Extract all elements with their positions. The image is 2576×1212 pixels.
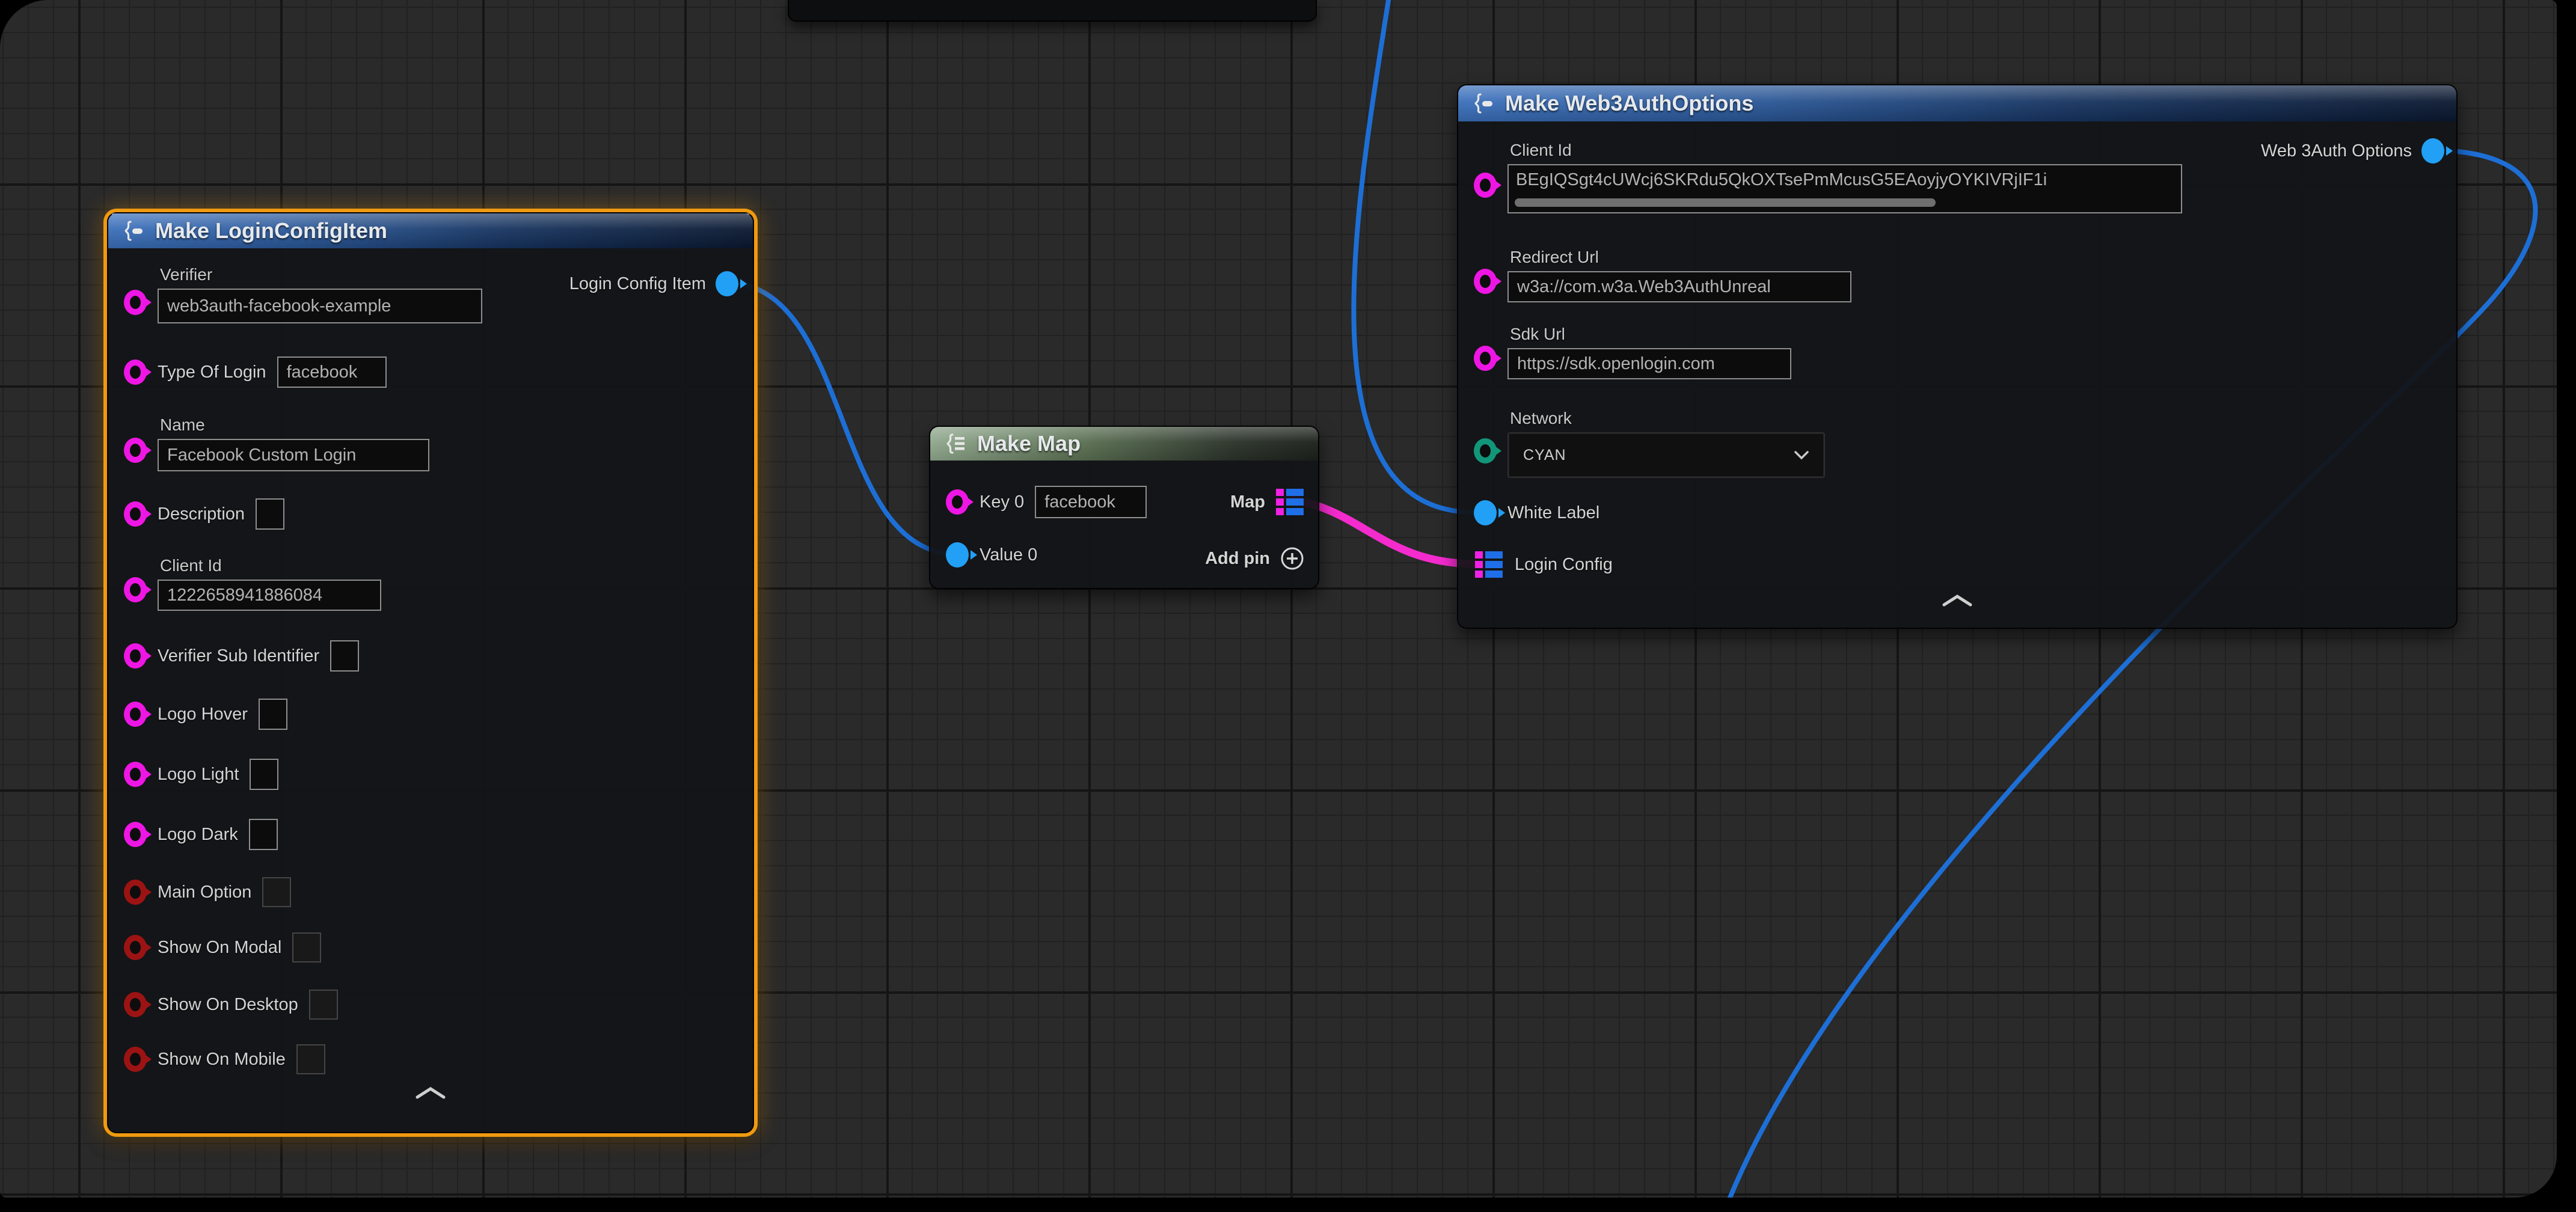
pin-redirect-url[interactable] [1474, 269, 1497, 294]
pin-key-0[interactable] [946, 489, 969, 515]
wire-top-to-whitelabel[interactable] [1354, 0, 1474, 512]
show-on-desktop-checkbox[interactable] [309, 990, 338, 1020]
pin-sdk-url[interactable] [1474, 346, 1497, 371]
redirect-url-input[interactable]: w3a://com.w3a.Web3AuthUnreal [1507, 271, 1851, 302]
verifier-sub-identifier-input[interactable] [330, 640, 359, 672]
web3auth-options-output-label: Web 3Auth Options [2261, 141, 2412, 161]
network-dropdown[interactable]: CYAN [1507, 432, 1825, 478]
logo-dark-input[interactable] [249, 819, 278, 850]
show-on-desktop-label: Show On Desktop [158, 995, 298, 1015]
node-make-map[interactable]: Make Map Key 0 facebook Map Value [929, 426, 1319, 589]
graph-canvas[interactable]: Make LoginConfigItem Verifier web3auth-f… [0, 0, 2557, 1198]
verifier-input[interactable]: web3auth-facebook-example [158, 289, 482, 323]
login-config-label: Login Config [1515, 555, 1613, 575]
client-id-input[interactable]: BEgIQSgt4cUWcj6SKRdu5QkOXTsePmMcusG5EAoy… [1507, 164, 2182, 213]
map-output-label: Map [1230, 492, 1265, 512]
pin-logo-dark[interactable] [124, 822, 147, 847]
sdk-url-input[interactable]: https://sdk.openlogin.com [1507, 348, 1791, 379]
logo-light-input[interactable] [250, 759, 278, 790]
chevron-down-icon [1794, 450, 1809, 460]
collapse-node-button[interactable] [414, 1086, 447, 1100]
pin-logo-hover[interactable] [124, 702, 147, 727]
white-label-label: White Label [1507, 503, 1599, 523]
verifier-sub-identifier-label: Verifier Sub Identifier [158, 646, 319, 666]
node-header-make-loginconfigitem[interactable]: Make LoginConfigItem [108, 213, 753, 248]
sdk-url-label: Sdk Url [1510, 325, 1791, 344]
show-on-modal-checkbox[interactable] [292, 932, 321, 963]
show-on-mobile-label: Show On Mobile [158, 1050, 286, 1070]
pin-white-label[interactable] [1474, 500, 1497, 525]
pin-verifier-sub-identifier[interactable] [124, 643, 147, 669]
pin-web3auth-options-output[interactable] [2421, 138, 2444, 164]
logo-hover-input[interactable] [259, 699, 287, 730]
pin-show-on-mobile[interactable] [124, 1047, 147, 1072]
node-make-web3authoptions[interactable]: Make Web3AuthOptions Client Id BEgIQSgt4… [1457, 84, 2458, 629]
add-pin-button[interactable]: Add pin [1205, 546, 1305, 571]
make-struct-icon [121, 219, 146, 243]
description-label: Description [158, 504, 245, 524]
network-label: Network [1510, 409, 1825, 428]
pin-logo-light[interactable] [124, 762, 147, 787]
pin-show-on-modal[interactable] [124, 935, 147, 960]
output-label: Login Config Item [569, 274, 706, 294]
network-selected-value: CYAN [1523, 447, 1566, 464]
pin-value-0[interactable] [946, 542, 969, 568]
logo-dark-label: Logo Dark [158, 825, 238, 845]
client-id-scrollbar[interactable] [1515, 198, 1936, 207]
value-0-label: Value 0 [980, 545, 1037, 565]
client-id-value: BEgIQSgt4cUWcj6SKRdu5QkOXTsePmMcusG5EAoy… [1516, 170, 2047, 189]
pin-name[interactable] [124, 438, 147, 463]
pin-show-on-desktop[interactable] [124, 992, 147, 1017]
pin-type-of-login[interactable] [124, 360, 147, 385]
type-of-login-input[interactable]: facebook [277, 357, 387, 388]
pin-network[interactable] [1474, 438, 1497, 464]
pin-client-id[interactable] [1474, 173, 1497, 198]
main-option-label: Main Option [158, 883, 251, 902]
make-struct-icon [1471, 91, 1495, 115]
node-header-make-web3authoptions[interactable]: Make Web3AuthOptions [1458, 85, 2456, 121]
key-0-label: Key 0 [980, 492, 1024, 512]
node-title: Make Web3AuthOptions [1505, 91, 1753, 116]
main-option-checkbox[interactable] [262, 877, 291, 907]
pin-main-option[interactable] [124, 880, 147, 905]
pin-verifier[interactable] [124, 290, 147, 315]
pin-login-config[interactable] [1474, 549, 1504, 580]
show-on-modal-label: Show On Modal [158, 938, 281, 958]
show-on-mobile-checkbox[interactable] [296, 1044, 325, 1074]
pin-login-config-item-output[interactable] [716, 271, 738, 296]
node-make-loginconfigitem[interactable]: Make LoginConfigItem Verifier web3auth-f… [107, 212, 754, 1133]
redirect-url-label: Redirect Url [1510, 248, 1851, 267]
node-header-make-map[interactable]: Make Map [930, 427, 1318, 461]
add-pin-label: Add pin [1205, 549, 1270, 569]
pin-client-id[interactable] [124, 577, 147, 602]
blueprint-editor: Make LoginConfigItem Verifier web3auth-f… [0, 0, 2576, 1212]
verifier-label: Verifier [160, 265, 482, 284]
name-input[interactable]: Facebook Custom Login [158, 439, 429, 471]
name-label: Name [160, 415, 429, 435]
add-pin-icon [1280, 546, 1305, 571]
pin-map-output[interactable] [1275, 487, 1305, 517]
client-id-label: Client Id [1510, 141, 2182, 160]
wire-loginconfigitem-to-value0[interactable] [725, 283, 958, 554]
client-id-input[interactable]: 1222658941886084 [158, 580, 381, 611]
type-of-login-label: Type Of Login [158, 363, 266, 382]
key-0-input[interactable]: facebook [1035, 486, 1147, 518]
node-title: Make Map [977, 431, 1081, 456]
pin-description[interactable] [124, 501, 147, 527]
offscreen-node-sliver[interactable] [788, 0, 1317, 22]
logo-hover-label: Logo Hover [158, 705, 248, 724]
client-id-label: Client Id [160, 556, 381, 575]
make-map-icon [943, 432, 968, 456]
description-input[interactable] [256, 498, 284, 530]
logo-light-label: Logo Light [158, 765, 239, 785]
node-title: Make LoginConfigItem [155, 218, 387, 243]
collapse-node-button[interactable] [1940, 594, 1974, 607]
